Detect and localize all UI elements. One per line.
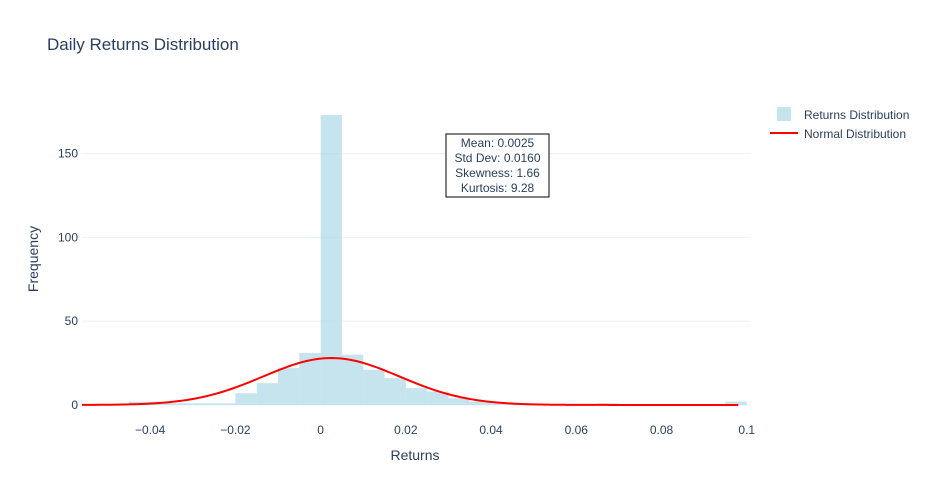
x-tick-label: −0.04 <box>135 423 166 437</box>
x-tick-label: 0 <box>317 423 324 437</box>
y-axis-title: Frequency <box>25 226 41 292</box>
stats-skewness: Skewness: 1.66 <box>455 166 540 180</box>
stats-annotation: Mean: 0.0025 Std Dev: 0.0160 Skewness: 1… <box>445 133 550 198</box>
x-tick-label: 0.1 <box>738 423 755 437</box>
histogram-bar[interactable] <box>320 115 342 405</box>
x-tick-label: 0.04 <box>479 423 503 437</box>
chart-title: Daily Returns Distribution <box>47 35 239 54</box>
chart: Daily Returns Distribution −0.04 −0.02 0 0.… <box>0 0 942 500</box>
histogram-bar[interactable] <box>405 388 428 405</box>
y-tick-label: 150 <box>58 147 78 161</box>
stats-std-dev: Std Dev: 0.0160 <box>454 151 540 165</box>
histogram-bar[interactable] <box>278 368 300 405</box>
legend-label-normal: Normal Distribution <box>804 127 906 141</box>
histogram-bar[interactable] <box>235 393 257 405</box>
histogram-bar[interactable] <box>363 369 385 405</box>
legend-swatch-returns <box>777 107 791 121</box>
histogram-bar[interactable] <box>256 383 279 405</box>
y-tick-label: 0 <box>71 398 78 412</box>
histogram-bar[interactable] <box>214 403 236 405</box>
x-tick-label: −0.02 <box>220 423 251 437</box>
stats-mean: Mean: 0.0025 <box>461 136 535 150</box>
y-tick-label: 50 <box>65 314 79 328</box>
x-tick-label: 0.02 <box>394 423 418 437</box>
histogram-bar[interactable] <box>384 378 406 405</box>
x-tick-label: 0.06 <box>565 423 589 437</box>
legend-label-returns: Returns Distribution <box>804 108 909 122</box>
x-tick-label: 0.08 <box>650 423 674 437</box>
y-tick-label: 100 <box>58 230 78 244</box>
histogram-bar[interactable] <box>171 403 193 405</box>
x-axis-title: Returns <box>390 447 439 463</box>
stats-kurtosis: Kurtosis: 9.28 <box>461 181 535 195</box>
histogram-bar[interactable] <box>192 403 215 405</box>
